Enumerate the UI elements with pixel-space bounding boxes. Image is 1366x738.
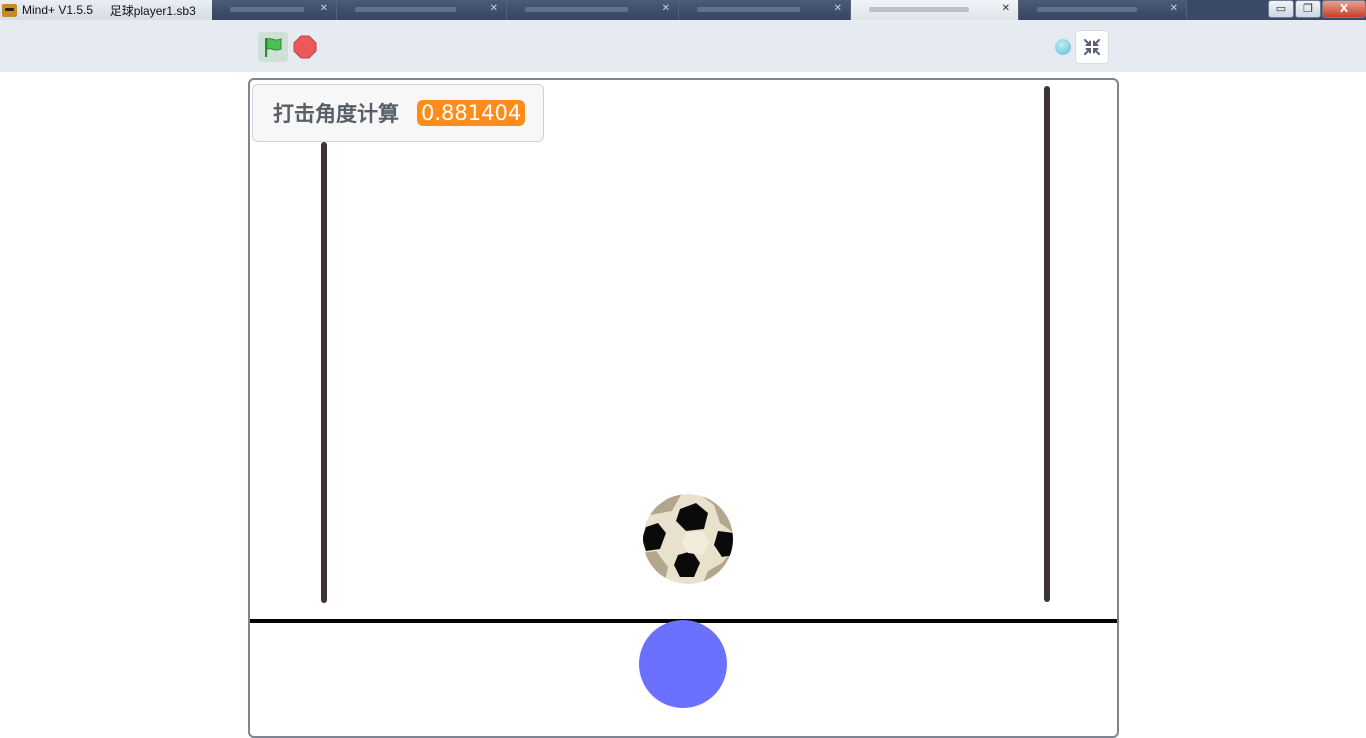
background-tab[interactable]: ✕ — [337, 0, 507, 20]
blurred-tab-title — [869, 7, 970, 12]
exit-fullscreen-icon — [1084, 39, 1100, 55]
restore-button[interactable]: ❐ — [1295, 0, 1321, 18]
background-tab[interactable]: ✕ — [679, 0, 851, 20]
monitor-value: 0.881404 — [417, 100, 526, 126]
close-icon[interactable]: ✕ — [662, 3, 670, 14]
close-button[interactable]: X — [1322, 0, 1366, 18]
blue-player-sprite[interactable] — [639, 620, 727, 708]
file-name: 足球player1.sb3 — [109, 3, 196, 18]
title-spacer — [93, 3, 110, 17]
window-title: Mind+ V1.5.5 足球player1.sb3 — [0, 0, 212, 20]
background-tab-active[interactable]: ✕ — [851, 0, 1019, 20]
device-status-indicator — [1055, 39, 1071, 55]
left-goal-post — [321, 142, 327, 603]
exit-fullscreen-button[interactable] — [1075, 30, 1109, 64]
blurred-tab-title — [1037, 7, 1138, 12]
stop-button[interactable] — [292, 34, 318, 60]
blurred-tab-title — [230, 7, 305, 12]
background-tab[interactable]: ✕ — [1019, 0, 1187, 20]
mindplus-app-icon — [2, 3, 17, 17]
window-controls: ▭ ❐ X — [1263, 0, 1366, 20]
blurred-tab-title — [355, 7, 457, 12]
stage-canvas[interactable]: 打击角度计算 0.881404 — [248, 78, 1119, 738]
green-flag-icon — [265, 38, 282, 57]
app-title: Mind+ V1.5.5 — [22, 3, 94, 17]
background-tabs: ✕ ✕ ✕ ✕ ✕ ✕ — [212, 0, 1260, 20]
right-goal-post — [1044, 86, 1050, 602]
blurred-tab-title — [525, 7, 628, 12]
minimize-button[interactable]: ▭ — [1268, 0, 1294, 18]
background-tab[interactable]: ✕ — [507, 0, 679, 20]
monitor-label: 打击角度计算 — [273, 102, 399, 126]
window-title-bar: Mind+ V1.5.5 足球player1.sb3 ✕ ✕ ✕ ✕ ✕ ✕ ▭… — [0, 0, 1366, 20]
green-flag-button[interactable] — [258, 32, 288, 62]
blurred-tab-title — [697, 7, 800, 12]
variable-monitor[interactable]: 打击角度计算 0.881404 — [252, 84, 544, 142]
close-icon[interactable]: ✕ — [490, 3, 498, 14]
close-icon[interactable]: ✕ — [320, 3, 328, 14]
close-icon[interactable]: ✕ — [834, 3, 842, 14]
background-tab[interactable]: ✕ — [212, 0, 337, 20]
close-icon[interactable]: ✕ — [1170, 3, 1178, 14]
stage-toolbar — [0, 20, 1366, 72]
stop-icon — [293, 35, 317, 59]
soccer-ball-sprite[interactable] — [642, 493, 734, 585]
close-icon[interactable]: ✕ — [1002, 3, 1010, 14]
